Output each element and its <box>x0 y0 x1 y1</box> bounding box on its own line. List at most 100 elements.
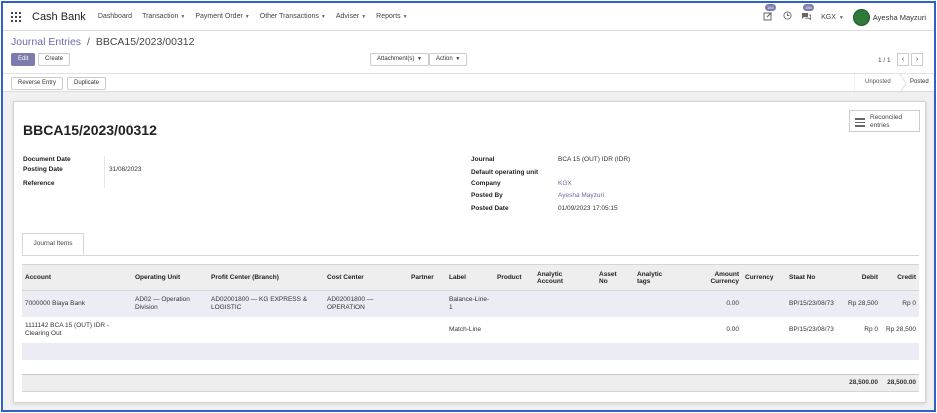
journal-items-table: Account Operating Unit Profit Center (Br… <box>22 264 919 392</box>
menu-item-other-transactions[interactable]: Other Transactions ▼ <box>260 13 326 20</box>
main-menu: Dashboard Transaction ▼ Payment Order ▼ Other… <box>98 13 418 20</box>
col-analytic-tags-line2: tags <box>637 277 651 285</box>
tab-journal-items[interactable]: Journal Items <box>22 233 84 255</box>
apps-grid-icon[interactable] <box>11 11 21 22</box>
pager-value[interactable]: 1 / 1 <box>878 57 891 64</box>
reconciled-label-line1: Reconciled <box>870 114 903 121</box>
col-cost-center[interactable]: Cost Center <box>324 264 408 291</box>
action-dropdown[interactable]: Action ▼ <box>429 53 468 66</box>
col-profit-center[interactable]: Profit Center (Branch) <box>208 264 324 291</box>
caret-down-icon: ▼ <box>361 14 367 20</box>
reconciled-entries-button[interactable]: Reconciled entries <box>849 110 920 132</box>
posted-date-value[interactable]: 01/09/2023 17:05:15 <box>558 205 618 212</box>
menu-item-transaction[interactable]: Transaction ▼ <box>142 13 185 20</box>
cell-asset-no[interactable] <box>596 316 634 343</box>
col-staat-no[interactable]: Staat No <box>786 264 841 291</box>
clock-icon[interactable] <box>781 11 793 23</box>
cell-asset-no[interactable] <box>596 290 634 317</box>
col-product[interactable]: Product <box>494 264 534 291</box>
create-button[interactable]: Create <box>38 53 71 66</box>
message-count-badge: 156 <box>803 4 814 11</box>
app-name: Cash Bank <box>32 10 86 23</box>
col-analytic-account[interactable]: Analytic Account <box>534 264 596 291</box>
posted-by-value-link[interactable]: Ayesha Mayzuri <box>558 192 604 199</box>
cell-analytic-account[interactable] <box>534 290 596 317</box>
cell-analytic-account[interactable] <box>534 316 596 343</box>
cell-cost-center[interactable]: AD02001800 — OPERATION <box>324 290 408 317</box>
duplicate-button[interactable]: Duplicate <box>67 77 107 90</box>
journal-value[interactable]: BCA 15 (OUT) IDR (IDR) <box>558 156 630 163</box>
clock-glyph <box>783 11 792 20</box>
cell-profit-center[interactable]: AD02001800 — KG EXPRESS & LOGISTIC <box>208 290 324 317</box>
posted-by-label: Posted By <box>471 192 503 199</box>
messages-icon[interactable]: 156 <box>800 4 814 23</box>
cell-currency[interactable] <box>742 290 786 317</box>
activity-icon[interactable]: 154 <box>762 4 776 23</box>
user-name[interactable]: Ayesha Mayzuri <box>873 13 926 22</box>
status-posted[interactable]: Posted <box>910 79 929 85</box>
col-asset-no-line1: Asset <box>599 270 617 278</box>
posted-date-label: Posted Date <box>471 205 509 212</box>
cell-label[interactable]: Match-Line <box>446 316 494 343</box>
col-account[interactable]: Account <box>22 264 132 291</box>
cell-partner[interactable] <box>408 290 446 317</box>
avatar[interactable] <box>852 8 870 26</box>
cell-partner[interactable] <box>408 316 446 343</box>
cell-staat-no[interactable]: BP/15/23/08/73 <box>786 290 841 317</box>
breadcrumb-current: BBCA15/2023/00312 <box>95 36 195 48</box>
status-unposted[interactable]: Unposted <box>865 79 891 85</box>
company-switcher[interactable]: KGX ▼ <box>821 14 844 21</box>
breadcrumb-parent-link[interactable]: Journal Entries <box>11 36 81 48</box>
cell-credit[interactable]: Rp 0 <box>881 290 919 317</box>
col-amount-currency[interactable]: Amount Currency <box>678 264 742 291</box>
cell-product[interactable] <box>494 290 534 317</box>
cell-debit[interactable]: Rp 0 <box>841 316 881 343</box>
cell-currency[interactable] <box>742 316 786 343</box>
menu-item-dashboard[interactable]: Dashboard <box>98 13 132 20</box>
cell-account[interactable]: 7000000 Biaya Bank <box>22 290 132 317</box>
cell-account[interactable]: 1111142 BCA 15 (OUT) IDR - Clearing Out <box>22 316 132 343</box>
form-statusbar: Reverse Entry Duplicate Unposted Posted <box>3 73 934 93</box>
menu-item-payment-order[interactable]: Payment Order ▼ <box>195 13 249 20</box>
cell-amount-currency[interactable]: 0.00 <box>678 290 742 317</box>
col-analytic-account-line2: Account <box>537 277 563 285</box>
pager-next-button[interactable]: › <box>911 53 923 66</box>
cell-label[interactable]: Balance-Line-1 <box>446 290 494 317</box>
edit-button[interactable]: Edit <box>11 53 36 66</box>
cell-analytic-tags[interactable] <box>634 290 678 317</box>
col-operating-unit[interactable]: Operating Unit <box>132 264 208 291</box>
cell-debit[interactable]: Rp 28,500 <box>841 290 881 317</box>
spacer-cell <box>22 359 919 375</box>
col-currency[interactable]: Currency <box>742 264 786 291</box>
reverse-entry-button[interactable]: Reverse Entry <box>11 77 64 90</box>
pager-previous-button[interactable]: ‹ <box>897 53 909 66</box>
cell-profit-center[interactable] <box>208 316 324 343</box>
cell-cost-center[interactable] <box>324 316 408 343</box>
chevron-right-icon: › <box>915 56 919 63</box>
cell-staat-no[interactable]: BP/15/23/08/73 <box>786 316 841 343</box>
cell-operating-unit[interactable] <box>132 316 208 343</box>
cell-analytic-tags[interactable] <box>634 316 678 343</box>
cell-product[interactable] <box>494 316 534 343</box>
spacer-row <box>22 359 919 375</box>
menu-item-adviser[interactable]: Adviser ▼ <box>336 13 366 20</box>
col-label[interactable]: Label <box>446 264 494 291</box>
cell-amount-currency[interactable]: 0.00 <box>678 316 742 343</box>
cell-operating-unit[interactable]: AD02 — Operation Division <box>132 290 208 317</box>
col-analytic-tags[interactable]: Analytic tags <box>634 264 678 291</box>
menu-item-reports[interactable]: Reports ▼ <box>376 13 407 20</box>
field-divider <box>104 156 105 188</box>
posting-date-value[interactable]: 31/08/2023 <box>109 166 142 173</box>
col-partner[interactable]: Partner <box>408 264 446 291</box>
table-row[interactable]: 7000000 Biaya Bank AD02 — Operation Divi… <box>22 290 919 317</box>
menu-item-label: Transaction <box>142 13 179 20</box>
col-debit[interactable]: Debit <box>841 264 881 291</box>
attachments-dropdown[interactable]: Attachment(s) ▼ <box>370 53 429 66</box>
col-asset-no[interactable]: Asset No <box>596 264 634 291</box>
chevron-left-icon: ‹ <box>901 56 905 63</box>
company-value-link[interactable]: KGX <box>558 180 572 187</box>
cell-credit[interactable]: Rp 28,500 <box>881 316 919 343</box>
table-row[interactable]: 1111142 BCA 15 (OUT) IDR - Clearing Out … <box>22 316 919 343</box>
col-credit[interactable]: Credit <box>881 264 919 291</box>
company-name: KGX <box>821 13 836 21</box>
